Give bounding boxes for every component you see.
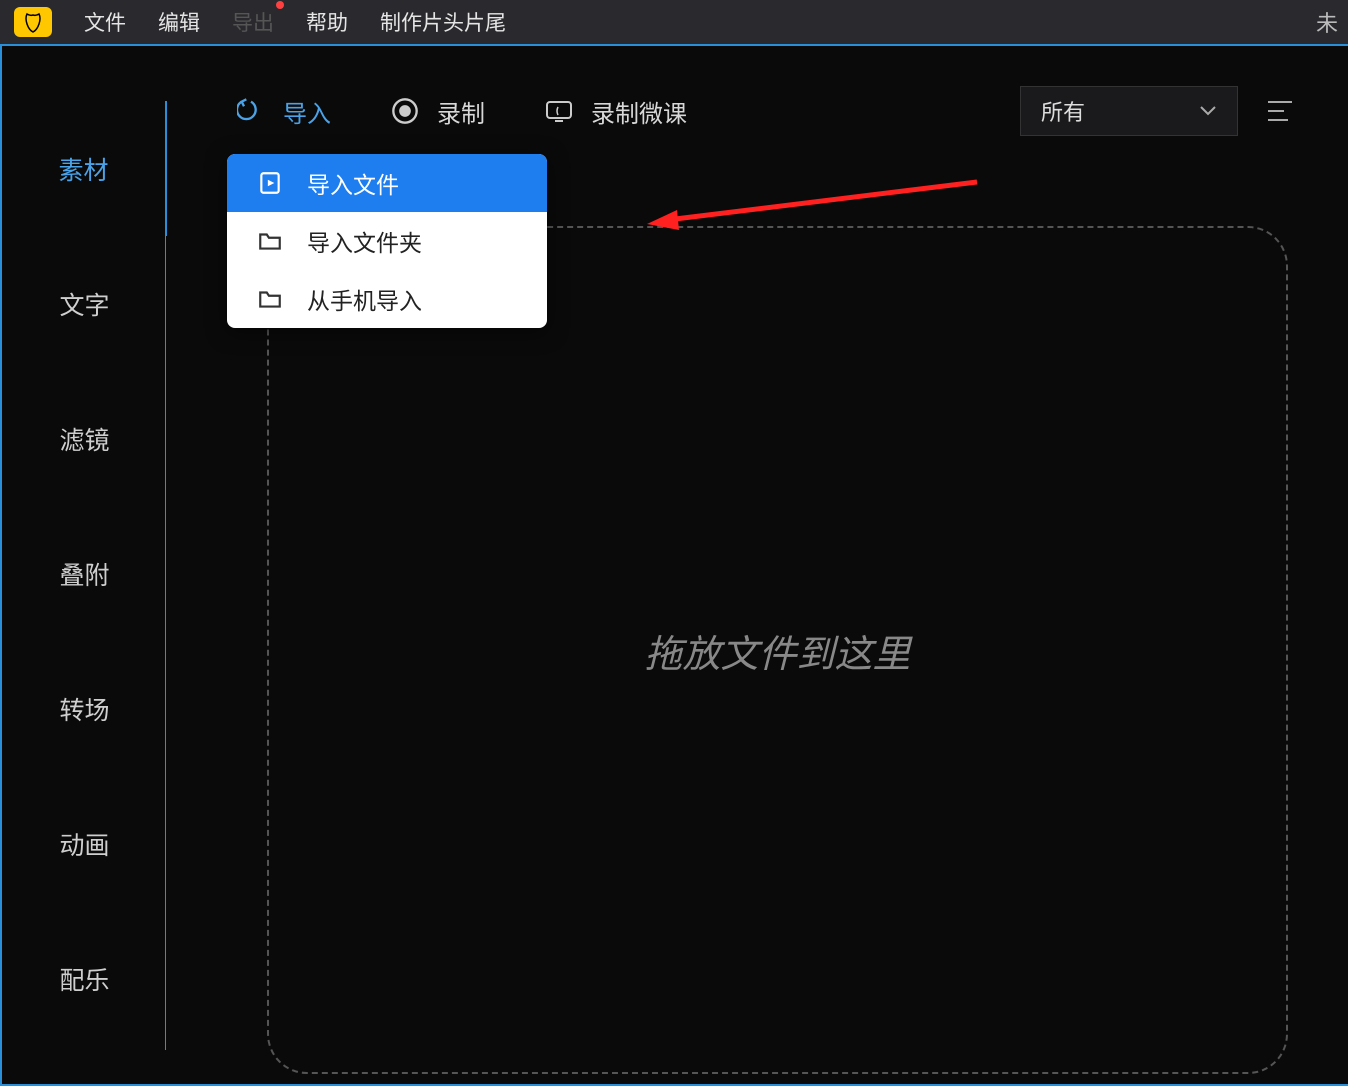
record-button[interactable]: 录制 <box>391 94 485 129</box>
dropdown-item-label: 导入文件夹 <box>307 224 422 258</box>
dropzone-text: 拖放文件到这里 <box>644 623 910 678</box>
sidebar-item-overlay[interactable]: 叠附 <box>2 506 167 641</box>
record-circle-icon <box>391 97 419 125</box>
workspace: 素材 文字 滤镜 叠附 转场 动画 配乐 导入 录制 <box>0 44 1348 1086</box>
list-line-icon <box>1268 119 1288 121</box>
main-panel: 导入 录制 录制微课 所有 <box>167 46 1348 1084</box>
sidebar-item-animation[interactable]: 动画 <box>2 776 167 911</box>
dropdown-item-label: 导入文件 <box>307 166 399 200</box>
filter-select[interactable]: 所有 <box>1020 86 1238 136</box>
toolbar: 导入 录制 录制微课 所有 <box>237 86 1298 136</box>
menu-edit[interactable]: 编辑 <box>158 7 200 37</box>
folder-icon <box>257 228 283 254</box>
sidebar-item-transition[interactable]: 转场 <box>2 641 167 776</box>
dropzone[interactable]: 拖放文件到这里 <box>267 226 1288 1074</box>
bee-icon <box>21 10 45 34</box>
window-title-partial: 未 <box>1316 6 1338 38</box>
menu-file[interactable]: 文件 <box>84 7 126 37</box>
list-line-icon <box>1268 110 1284 112</box>
menu-export[interactable]: 导出 <box>232 7 274 37</box>
sidebar-divider <box>165 200 166 1050</box>
menu-help[interactable]: 帮助 <box>306 7 348 37</box>
file-play-icon <box>257 170 283 196</box>
list-line-icon <box>1268 101 1292 103</box>
import-dropdown-menu: 导入文件 导入文件夹 从手机导入 <box>227 154 547 328</box>
import-label: 导入 <box>283 94 331 129</box>
record-label: 录制 <box>437 94 485 129</box>
dropdown-item-label: 从手机导入 <box>307 282 422 316</box>
dropdown-import-folder[interactable]: 导入文件夹 <box>227 212 547 270</box>
menu-export-label: 导出 <box>232 12 274 35</box>
sidebar-item-text[interactable]: 文字 <box>2 236 167 371</box>
import-arrow-icon <box>237 97 265 125</box>
app-logo <box>14 7 52 37</box>
sidebar-item-media[interactable]: 素材 <box>2 101 167 236</box>
sidebar: 素材 文字 滤镜 叠附 转场 动画 配乐 <box>2 46 167 1084</box>
sidebar-item-filter[interactable]: 滤镜 <box>2 371 167 506</box>
dropdown-import-file[interactable]: 导入文件 <box>227 154 547 212</box>
list-view-toggle[interactable] <box>1268 96 1298 126</box>
record-lesson-button[interactable]: 录制微课 <box>545 94 687 129</box>
menubar: 文件 编辑 导出 帮助 制作片头片尾 未 <box>0 0 1348 44</box>
arrow-annotation-icon <box>647 172 987 232</box>
record-lesson-label: 录制微课 <box>591 94 687 129</box>
menu-intro-outro[interactable]: 制作片头片尾 <box>380 7 506 37</box>
sidebar-item-music[interactable]: 配乐 <box>2 911 167 1046</box>
folder-icon <box>257 286 283 312</box>
notification-dot-icon <box>276 1 284 9</box>
toolbar-right: 所有 <box>1020 86 1298 136</box>
chevron-down-icon <box>1199 105 1217 117</box>
filter-selected-label: 所有 <box>1041 95 1085 127</box>
dropdown-import-phone[interactable]: 从手机导入 <box>227 270 547 328</box>
screen-record-icon <box>545 97 573 125</box>
import-button[interactable]: 导入 <box>237 94 331 129</box>
